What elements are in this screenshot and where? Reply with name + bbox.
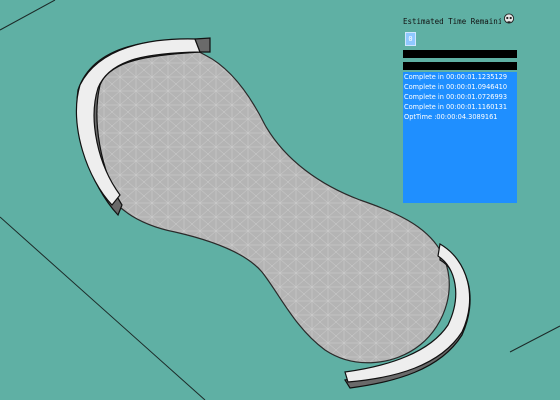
progress-panel: Estimated Time Remaini 0 Complete in 00:… bbox=[403, 12, 517, 203]
progress-bar-1 bbox=[403, 50, 517, 58]
skull-icon[interactable] bbox=[503, 13, 515, 25]
panel-header: Estimated Time Remaini 0 bbox=[403, 12, 517, 72]
log-line: OptTime :00:00:04.3089161 bbox=[404, 113, 498, 121]
panel-title: Estimated Time Remaini bbox=[403, 17, 501, 26]
log-line: Complete in 00:00:01.0726993 bbox=[404, 93, 508, 101]
completion-log: Complete in 00:00:01.1235129 Complete in… bbox=[404, 72, 516, 122]
counter-badge: 0 bbox=[405, 32, 416, 46]
ground-line-bottom bbox=[0, 216, 206, 400]
ground-line-right bbox=[509, 325, 560, 353]
log-line: Complete in 00:00:01.1160131 bbox=[404, 103, 508, 111]
sole-mesh-surface bbox=[88, 46, 450, 364]
ground-line-top bbox=[0, 0, 56, 31]
log-line: Complete in 00:00:01.1235129 bbox=[404, 73, 508, 81]
log-line: Complete in 00:00:01.0946410 bbox=[404, 83, 508, 91]
progress-bar-2 bbox=[403, 62, 517, 70]
